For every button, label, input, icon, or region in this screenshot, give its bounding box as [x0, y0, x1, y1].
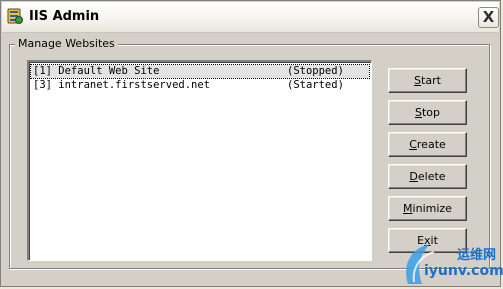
group-label: Manage Websites [15, 37, 118, 50]
create-button[interactable]: Create [388, 132, 467, 157]
delete-accel: D [409, 170, 418, 183]
website-name: [3] intranet.firstserved.net [33, 79, 211, 91]
start-label: tart [421, 74, 441, 87]
delete-button[interactable]: Delete [388, 164, 467, 189]
close-button[interactable]: X [478, 7, 499, 28]
close-icon: X [482, 8, 495, 26]
websites-listbox[interactable]: [1] Default Web Site (Stopped) [3] intra… [27, 60, 372, 261]
title-bar[interactable]: IIS Admin X [2, 2, 499, 33]
window-title: IIS Admin [29, 9, 100, 24]
start-button[interactable]: Start [388, 68, 467, 93]
stop-accel: S [414, 106, 422, 119]
create-label: reate [416, 138, 446, 151]
website-row-default[interactable]: [1] Default Web Site (Stopped) [30, 64, 370, 79]
minimize-label: inimize [412, 202, 452, 215]
website-row-intranet[interactable]: [3] intranet.firstserved.net (Started) [31, 79, 369, 92]
website-name: [1] Default Web Site [33, 65, 160, 77]
website-status: (Started) [287, 79, 344, 91]
iis-app-icon [7, 8, 23, 24]
start-accel: S [414, 74, 422, 87]
website-status: (Stopped) [287, 65, 344, 77]
stop-button[interactable]: Stop [388, 100, 467, 125]
minimize-button[interactable]: Minimize [388, 196, 467, 221]
delete-label: elete [417, 170, 446, 183]
create-accel: C [409, 138, 417, 151]
minimize-accel: M [403, 202, 413, 215]
stop-label: top [421, 106, 440, 119]
watermark-text-url: iyunv.com [424, 263, 503, 279]
watermark-text-cn: 运维网 [457, 248, 497, 263]
